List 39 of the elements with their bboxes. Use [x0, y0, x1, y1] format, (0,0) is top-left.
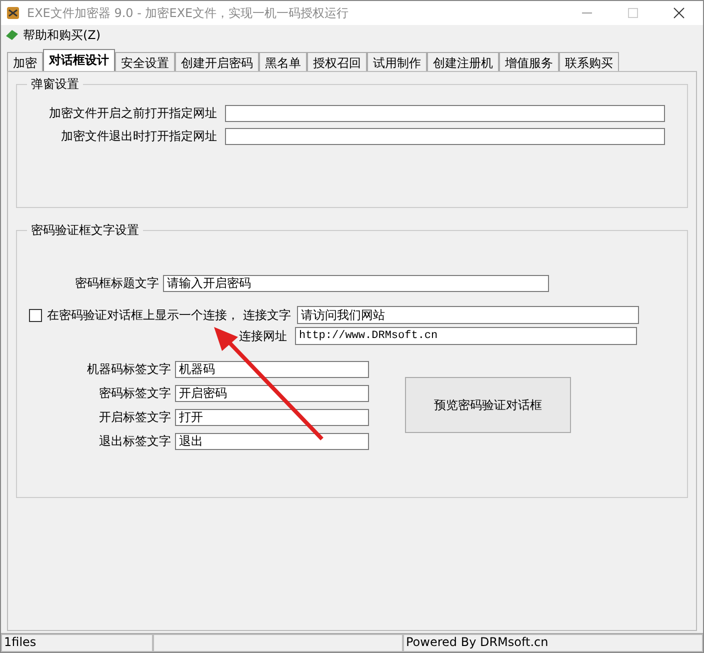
label-field[interactable]: 机器码: [175, 361, 369, 378]
window-title: EXE文件加密器 9.0 - 加密EXE文件，实现一机一码授权运行: [27, 4, 350, 22]
field-label: 退出标签文字: [98, 433, 171, 450]
field-label: 开启标签文字: [98, 409, 171, 426]
url-field[interactable]: [225, 128, 665, 145]
tab[interactable]: 增值服务: [499, 52, 559, 71]
field-label: 连接网址: [239, 328, 287, 344]
field-label: 加密文件开启之前打开指定网址: [48, 105, 217, 122]
url-field[interactable]: [225, 105, 665, 122]
group-title: 弹窗设置: [30, 76, 80, 93]
label-field[interactable]: 打开: [175, 409, 369, 426]
tab[interactable]: 加密: [7, 52, 43, 71]
checkbox-label: 在密码验证对话框上显示一个连接，: [47, 306, 239, 324]
app-icon: [5, 5, 21, 21]
field-label: 密码标签文字: [98, 385, 171, 402]
tab[interactable]: 试用制作: [367, 52, 427, 71]
title-field[interactable]: 请输入开启密码: [163, 275, 549, 292]
status-pane: 1files: [1, 634, 153, 652]
tab[interactable]: 创建注册机: [427, 52, 499, 71]
tab[interactable]: 创建开启密码: [175, 52, 259, 71]
preview-button[interactable]: 预览密码验证对话框: [405, 377, 571, 433]
tab[interactable]: 联系购买: [559, 52, 619, 71]
group-title: 密码验证框文字设置: [30, 222, 140, 239]
link-text-field[interactable]: 请访问我们网站: [297, 306, 639, 324]
tab[interactable]: 安全设置: [115, 52, 175, 71]
label-field[interactable]: 开启密码: [175, 385, 369, 402]
tab[interactable]: 对话框设计: [43, 49, 115, 71]
status-pane: Powered By DRMsoft.cn: [403, 634, 703, 652]
field-label: 密码框标题文字: [74, 275, 159, 292]
menu-item[interactable]: 帮助和购买(Z): [23, 26, 101, 44]
field-label: 连接文字: [243, 306, 291, 324]
label-field[interactable]: 退出: [175, 433, 369, 450]
link-url-field[interactable]: http://www.DRMsoft.cn: [295, 327, 637, 345]
field-label: 机器码标签文字: [86, 361, 171, 378]
close-icon[interactable]: [673, 7, 685, 19]
checkbox[interactable]: [29, 308, 42, 322]
tab[interactable]: 授权召回: [307, 52, 367, 71]
field-label: 加密文件退出时打开指定网址: [60, 128, 217, 145]
tab[interactable]: 黑名单: [259, 52, 307, 71]
